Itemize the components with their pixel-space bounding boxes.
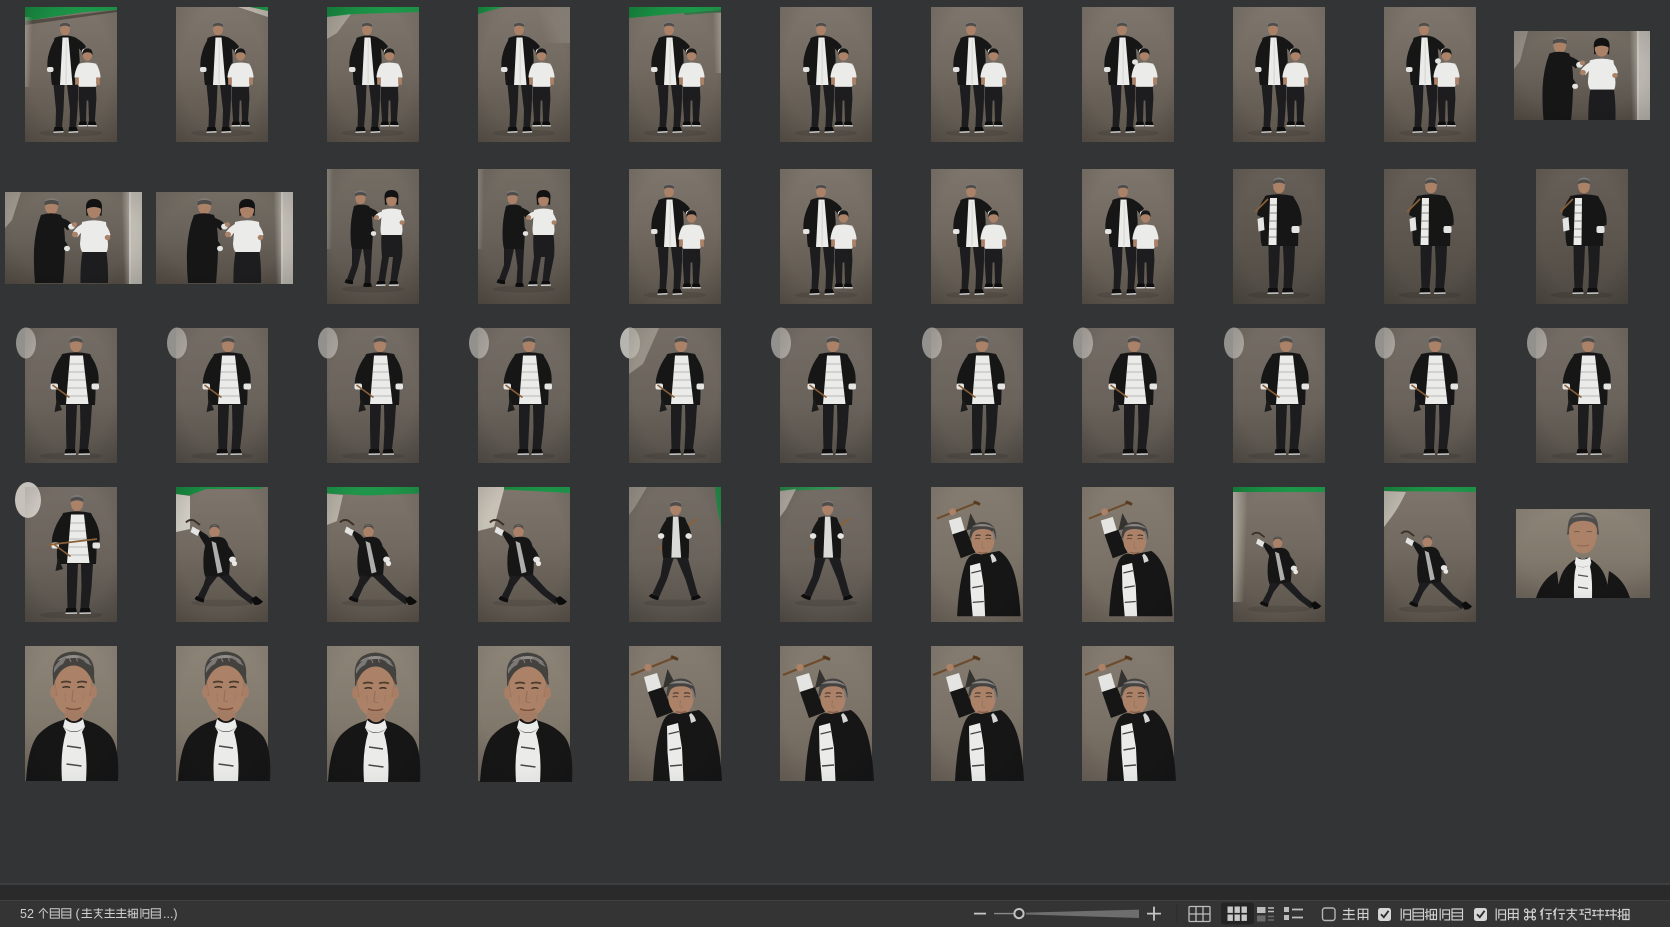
svg-text:...): ...) (163, 907, 178, 921)
svg-text:52: 52 (20, 907, 34, 921)
svg-text:(: ( (76, 907, 81, 921)
